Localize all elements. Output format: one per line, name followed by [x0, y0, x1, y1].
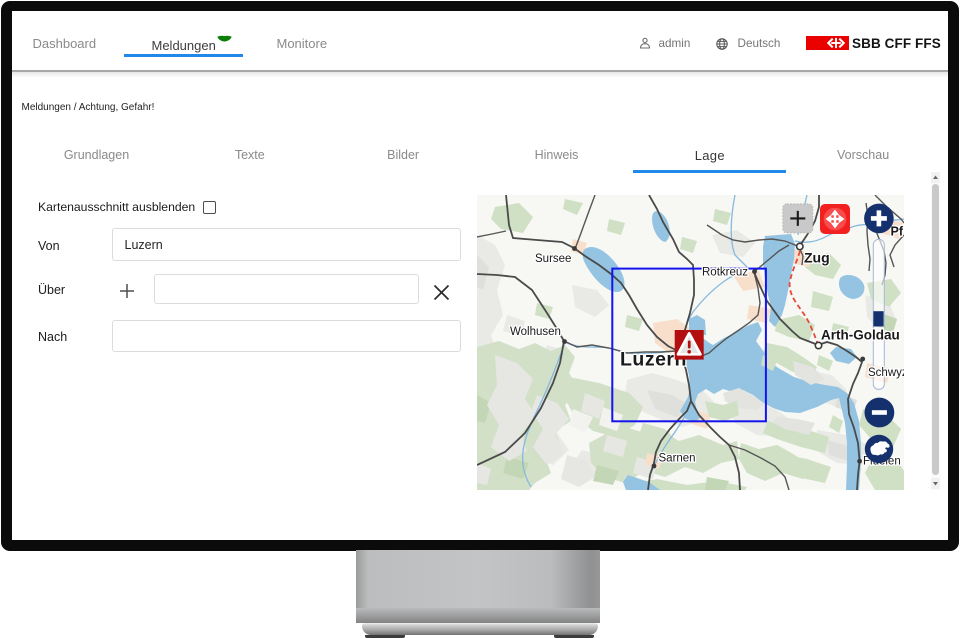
- svg-text:Schwyz: Schwyz: [868, 367, 904, 379]
- svg-text:Arth-Goldau: Arth-Goldau: [821, 328, 900, 343]
- svg-text:Pf: Pf: [891, 225, 904, 239]
- svg-text:Wolhusen: Wolhusen: [510, 326, 561, 338]
- svg-text:Zug: Zug: [804, 250, 830, 266]
- svg-text:Sursee: Sursee: [535, 253, 571, 265]
- svg-text:Sarnen: Sarnen: [659, 453, 696, 465]
- svg-text:Rotkreuz: Rotkreuz: [702, 267, 748, 279]
